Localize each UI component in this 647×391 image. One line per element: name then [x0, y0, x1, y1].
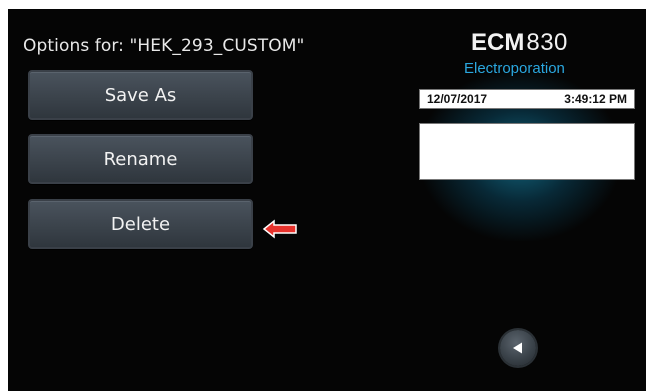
device-screen: Options for: "HEK_293_CUSTOM" Save As Re…: [8, 9, 646, 391]
options-title: Options for: "HEK_293_CUSTOM": [23, 36, 305, 56]
back-triangle-icon: [513, 342, 522, 354]
date-display: 12/07/2017: [427, 92, 488, 106]
delete-button[interactable]: Delete: [28, 199, 253, 249]
brand-model-bold: ECM: [471, 29, 525, 56]
left-arrow-icon: [262, 219, 297, 239]
back-button[interactable]: [500, 330, 536, 366]
message-box: [419, 123, 635, 180]
brand-logo: ECM830: [471, 29, 568, 57]
datetime-bar: 12/07/2017 3:49:12 PM: [419, 89, 635, 109]
brand-model-number: 830: [526, 29, 568, 56]
rename-button[interactable]: Rename: [28, 134, 253, 184]
time-display: 3:49:12 PM: [564, 92, 627, 106]
brand-subtitle: Electroporation: [464, 60, 565, 77]
save-as-button[interactable]: Save As: [28, 70, 253, 120]
